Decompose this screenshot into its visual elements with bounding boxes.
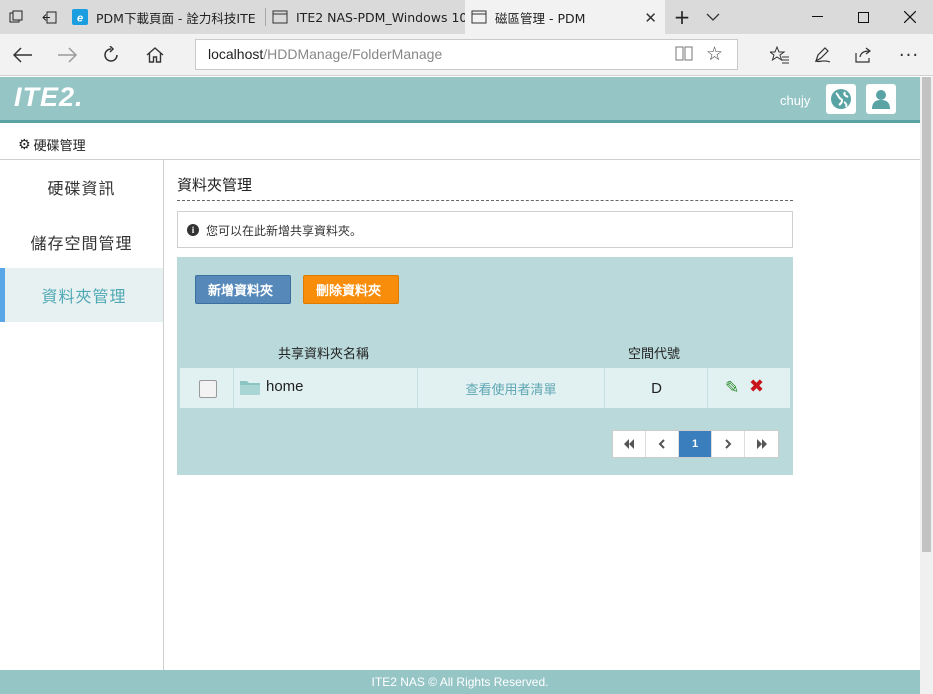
sidebar: 硬碟資訊 儲存空間管理 資料夾管理 xyxy=(0,160,164,670)
maximize-icon[interactable] xyxy=(840,0,886,34)
column-header-space-code: 空間代號 xyxy=(628,347,681,362)
tab-title: PDM下載頁面 - 詮力科技ITE xyxy=(96,10,256,26)
username[interactable]: chujy xyxy=(780,93,810,108)
url-text: localhost/HDDManage/FolderManage xyxy=(208,46,442,62)
footer-text: ITE2 NAS © All Rights Reserved. xyxy=(371,675,549,689)
address-bar[interactable]: localhost/HDDManage/FolderManage ☆ xyxy=(195,39,738,70)
sidebar-item-disk-info[interactable]: 硬碟資訊 xyxy=(0,160,163,214)
last-page-icon[interactable] xyxy=(745,431,778,457)
folder-name: home xyxy=(266,378,304,395)
tab-nas-pdm-windows[interactable]: ITE2 NAS-PDM_Windows 10 xyxy=(266,0,465,34)
delete-x-icon[interactable]: ✖ xyxy=(749,376,764,397)
forward-arrow-icon[interactable] xyxy=(46,34,88,76)
footer: ITE2 NAS © All Rights Reserved. xyxy=(0,670,920,694)
browser-toolbar: localhost/HDDManage/FolderManage ☆ ··· xyxy=(0,34,933,76)
page-title: 資料夾管理 xyxy=(177,176,253,194)
tab-list-chevron-icon[interactable] xyxy=(698,0,728,34)
tab-title: ITE2 NAS-PDM_Windows 10 xyxy=(296,9,465,25)
breadcrumb-label[interactable]: 硬碟管理 xyxy=(34,135,86,154)
sidebar-item-storage-management[interactable]: 儲存空間管理 xyxy=(0,215,163,269)
more-options-icon[interactable]: ··· xyxy=(891,34,927,76)
column-header-folder-name: 共享資料夾名稱 xyxy=(278,347,370,362)
page-number[interactable]: 1 xyxy=(679,431,712,457)
edge-e-icon: e xyxy=(72,9,88,25)
page-icon xyxy=(471,9,487,25)
set-aside-tabs-icon[interactable] xyxy=(33,0,65,34)
pagination: 1 xyxy=(612,430,779,458)
share-icon[interactable] xyxy=(846,34,882,76)
page-icon xyxy=(272,9,288,25)
gear-icon: ⚙ xyxy=(18,136,31,153)
table-row: home 查看使用者清單 D ✎ ✖ xyxy=(180,368,790,408)
globe-language-icon[interactable] xyxy=(826,84,856,114)
favorite-star-icon[interactable]: ☆ xyxy=(706,43,723,65)
url-path: /HDDManage/FolderManage xyxy=(263,46,443,62)
info-alert: i 您可以在此新增共享資料夾。 xyxy=(177,211,793,248)
scrollbar-thumb[interactable] xyxy=(922,77,931,552)
space-code: D xyxy=(651,379,662,397)
page-scrollbar[interactable] xyxy=(920,77,933,694)
info-icon: i xyxy=(187,224,199,236)
add-folder-button[interactable]: 新增資料夾 xyxy=(195,275,291,304)
cell-divider xyxy=(707,368,708,408)
close-tab-icon[interactable]: ✕ xyxy=(644,9,657,27)
title-divider xyxy=(177,200,793,201)
back-arrow-icon[interactable] xyxy=(2,34,44,76)
user-profile-icon[interactable] xyxy=(866,84,896,114)
browser-tab-bar: e PDM下載頁面 - 詮力科技ITE ITE2 NAS-PDM_Windows… xyxy=(0,0,933,34)
home-icon[interactable] xyxy=(134,34,176,76)
reading-view-icon[interactable] xyxy=(674,44,694,67)
web-note-pen-icon[interactable] xyxy=(804,34,840,76)
url-host: localhost xyxy=(208,46,264,62)
view-user-list-link[interactable]: 查看使用者清單 xyxy=(418,368,604,408)
first-page-icon[interactable] xyxy=(613,431,646,457)
new-tab-icon[interactable]: + xyxy=(666,0,698,34)
breadcrumb-bar: ⚙ 硬碟管理 xyxy=(0,126,920,160)
next-page-icon[interactable] xyxy=(712,431,745,457)
ite2-logo: ITE2. xyxy=(14,82,84,112)
folder-icon xyxy=(240,381,260,395)
tab-disk-management[interactable]: 磁區管理 - PDM ✕ xyxy=(465,0,665,34)
sidebar-item-folder-management[interactable]: 資料夾管理 xyxy=(0,268,163,322)
minimize-icon[interactable] xyxy=(794,0,840,34)
cell-divider xyxy=(233,368,234,408)
info-text: 您可以在此新增共享資料夾。 xyxy=(206,224,363,238)
prev-page-icon[interactable] xyxy=(646,431,679,457)
close-window-icon[interactable] xyxy=(886,0,933,34)
tab-title: 磁區管理 - PDM xyxy=(495,10,586,26)
row-checkbox[interactable] xyxy=(199,380,217,398)
breadcrumb: ⚙ 硬碟管理 xyxy=(18,135,86,155)
favorites-hub-icon[interactable] xyxy=(762,34,798,76)
delete-folder-button[interactable]: 刪除資料夾 xyxy=(303,275,399,304)
refresh-icon[interactable] xyxy=(90,34,132,76)
tab-actions-icon[interactable] xyxy=(0,0,32,34)
tab-pdm-download[interactable]: e PDM下載頁面 - 詮力科技ITE xyxy=(66,0,265,34)
svg-text:e: e xyxy=(77,13,83,25)
folder-panel: 新增資料夾 刪除資料夾 共享資料夾名稱 空間代號 home 查看使用者清單 D … xyxy=(177,257,793,475)
site-header: ITE2. chujy xyxy=(0,77,920,123)
edit-pencil-icon[interactable]: ✎ xyxy=(725,378,739,398)
